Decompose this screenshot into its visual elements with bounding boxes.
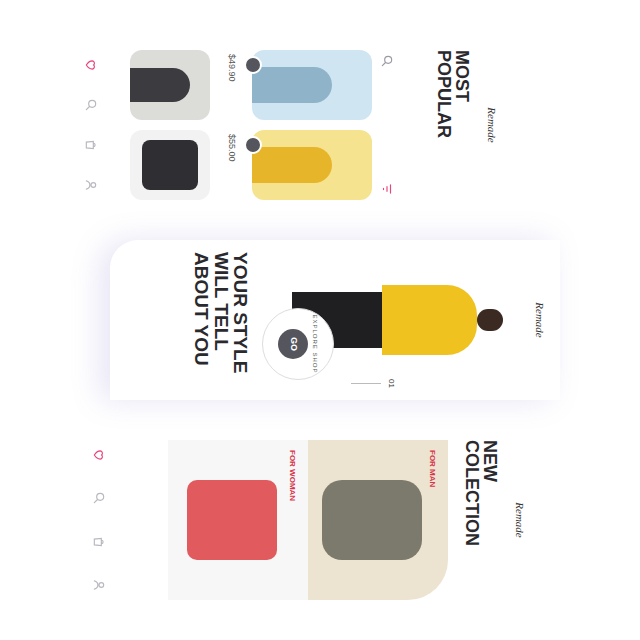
search-icon[interactable] [380, 54, 394, 68]
bottom-nav [88, 440, 106, 600]
screens-stage: Remade MOST POPULAR $49.90 $55.00 Remade 01 EX… [0, 0, 640, 640]
most-popular-screen: Remade MOST POPULAR $49.90 $55.00 [80, 50, 500, 200]
explore-badge[interactable]: EXPLORE SHOP GO [263, 308, 335, 380]
product-photo [130, 50, 210, 120]
product-card[interactable]: $49.90 [224, 50, 372, 120]
nav-bag-icon[interactable] [92, 535, 106, 549]
product-price: $55.00 [224, 130, 238, 200]
category-list: FOR MAN FOR WOMAN [168, 440, 448, 600]
figure-head [478, 309, 504, 331]
category-label: FOR WOMAN [286, 450, 298, 501]
product-figure [142, 140, 198, 190]
category-label: FOR MAN [426, 450, 438, 487]
add-button[interactable] [244, 136, 262, 154]
toolbar [380, 50, 394, 200]
screen-title: MOST POPULAR [434, 50, 472, 145]
nav-bag-icon[interactable] [84, 138, 98, 152]
brand-logo: Remade [484, 50, 501, 200]
nav-search-icon[interactable] [92, 491, 106, 505]
go-button[interactable]: GO [278, 329, 308, 359]
new-collection-screen: Remade NEW COLECTION FOR MAN FOR WOMAN [88, 440, 528, 600]
nav-heart-icon[interactable] [84, 58, 98, 72]
slide-number: 01 [386, 379, 398, 388]
product-photo [252, 130, 372, 200]
product-figure [252, 147, 332, 183]
brand-logo: Remade [532, 252, 549, 388]
backpack-figure [187, 480, 277, 560]
hero-photo: 01EXPLORE SHOPGO [293, 252, 528, 388]
product-photo [130, 130, 210, 200]
badge-ring-text: EXPLORE SHOP [310, 314, 319, 373]
nav-heart-icon[interactable] [92, 448, 106, 462]
figure-body [383, 285, 478, 355]
product-card[interactable]: $55.00 [224, 130, 372, 200]
go-label: GO [286, 337, 300, 351]
product-figure [252, 67, 332, 103]
product-price: $49.90 [224, 50, 238, 120]
add-button[interactable] [244, 56, 262, 74]
nav-search-icon[interactable] [84, 98, 98, 112]
category-card[interactable]: FOR WOMAN [168, 440, 308, 600]
slide-indicator: 01 [352, 379, 398, 388]
hero-screen: Remade 01 EXPLORE SHOP GO YOUR STYLE WILL TE… [110, 240, 560, 400]
backpack-figure [322, 480, 422, 560]
product-figure [130, 68, 190, 102]
screen-title: NEW COLECTION [462, 440, 500, 550]
product-grid: $49.90 $55.00 [130, 50, 372, 200]
category-card[interactable]: FOR MAN [308, 440, 448, 600]
nav-user-icon[interactable] [92, 578, 106, 592]
hero-title: YOUR STYLE WILL TELL ABOUT YOU [191, 252, 251, 377]
bottom-nav [80, 50, 98, 200]
indicator-line [352, 383, 382, 384]
product-photo [252, 50, 372, 120]
brand-logo: Remade [512, 440, 529, 600]
nav-user-icon[interactable] [84, 178, 98, 192]
filter-icon[interactable] [380, 182, 394, 196]
